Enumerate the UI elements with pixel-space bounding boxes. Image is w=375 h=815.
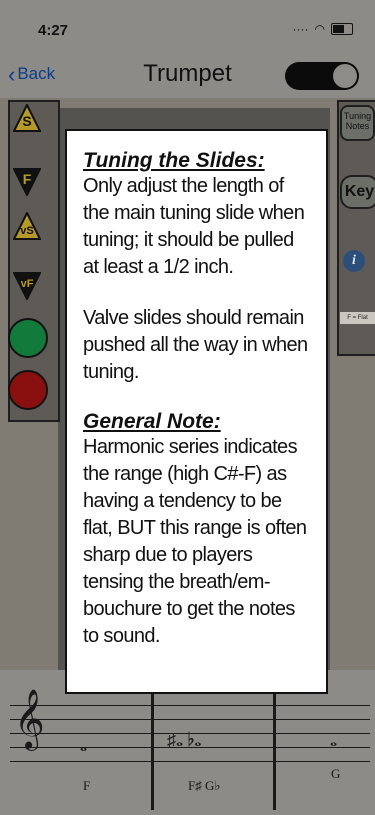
status-bar: 4:27 ···· ◠ [0,0,375,50]
sharp-up-arrow-icon[interactable]: S [13,104,41,132]
out-of-tune-indicator [8,370,48,410]
arrow-vs-label: vS [20,225,33,237]
navigation-bar: ‹ Back Trumpet [0,50,375,98]
mode-toggle[interactable] [285,62,359,90]
battery-icon [331,23,353,35]
status-icons: ···· ◠ [293,22,353,36]
note-label-f: F [83,778,91,793]
wifi-icon: ◠ [314,22,325,36]
dialog-paragraph: Valve slides should remain pushed all th… [83,307,308,383]
info-icon[interactable]: i [343,250,365,272]
note-label-f-sharp-g-flat: F♯ G♭ [188,778,221,793]
note-label-g: G [331,766,341,781]
tuning-notes-button[interactable]: Tuning Notes [340,105,375,141]
dialog-paragraph: Harmonic series indicates the range (hig… [83,436,307,647]
arrow-down-label: F [23,171,32,187]
tuning-info-dialog[interactable]: Tuning the Slides: Only adjust the lengt… [65,129,328,694]
dialog-heading-tuning-slides: Tuning the Slides: [83,149,265,172]
in-tune-indicator [8,318,48,358]
arrow-vf-label: vF [21,278,34,290]
note-f-icon[interactable]: 𝅝 [80,735,87,756]
toggle-knob [333,64,357,88]
note-g-icon[interactable]: 𝅝 [330,730,337,751]
signal-icon: ···· [292,22,309,36]
very-flat-down-arrow-icon[interactable]: vF [13,272,41,300]
key-button[interactable]: Key [340,175,375,209]
flat-down-arrow-icon[interactable]: F [13,168,41,196]
arrow-up-label: S [22,113,31,129]
note-f-sharp-g-flat-icon[interactable]: ♯𝅝 ♭𝅝 [167,730,201,751]
treble-clef-icon: 𝄞 [14,691,45,748]
flat-legend: F = Flat [340,312,375,324]
status-time: 4:27 [38,22,69,39]
dialog-heading-general-note: General Note: [83,410,221,433]
dialog-paragraph: Only adjust the length of the main tunin… [83,175,305,278]
very-sharp-up-arrow-icon[interactable]: vS [13,212,41,240]
